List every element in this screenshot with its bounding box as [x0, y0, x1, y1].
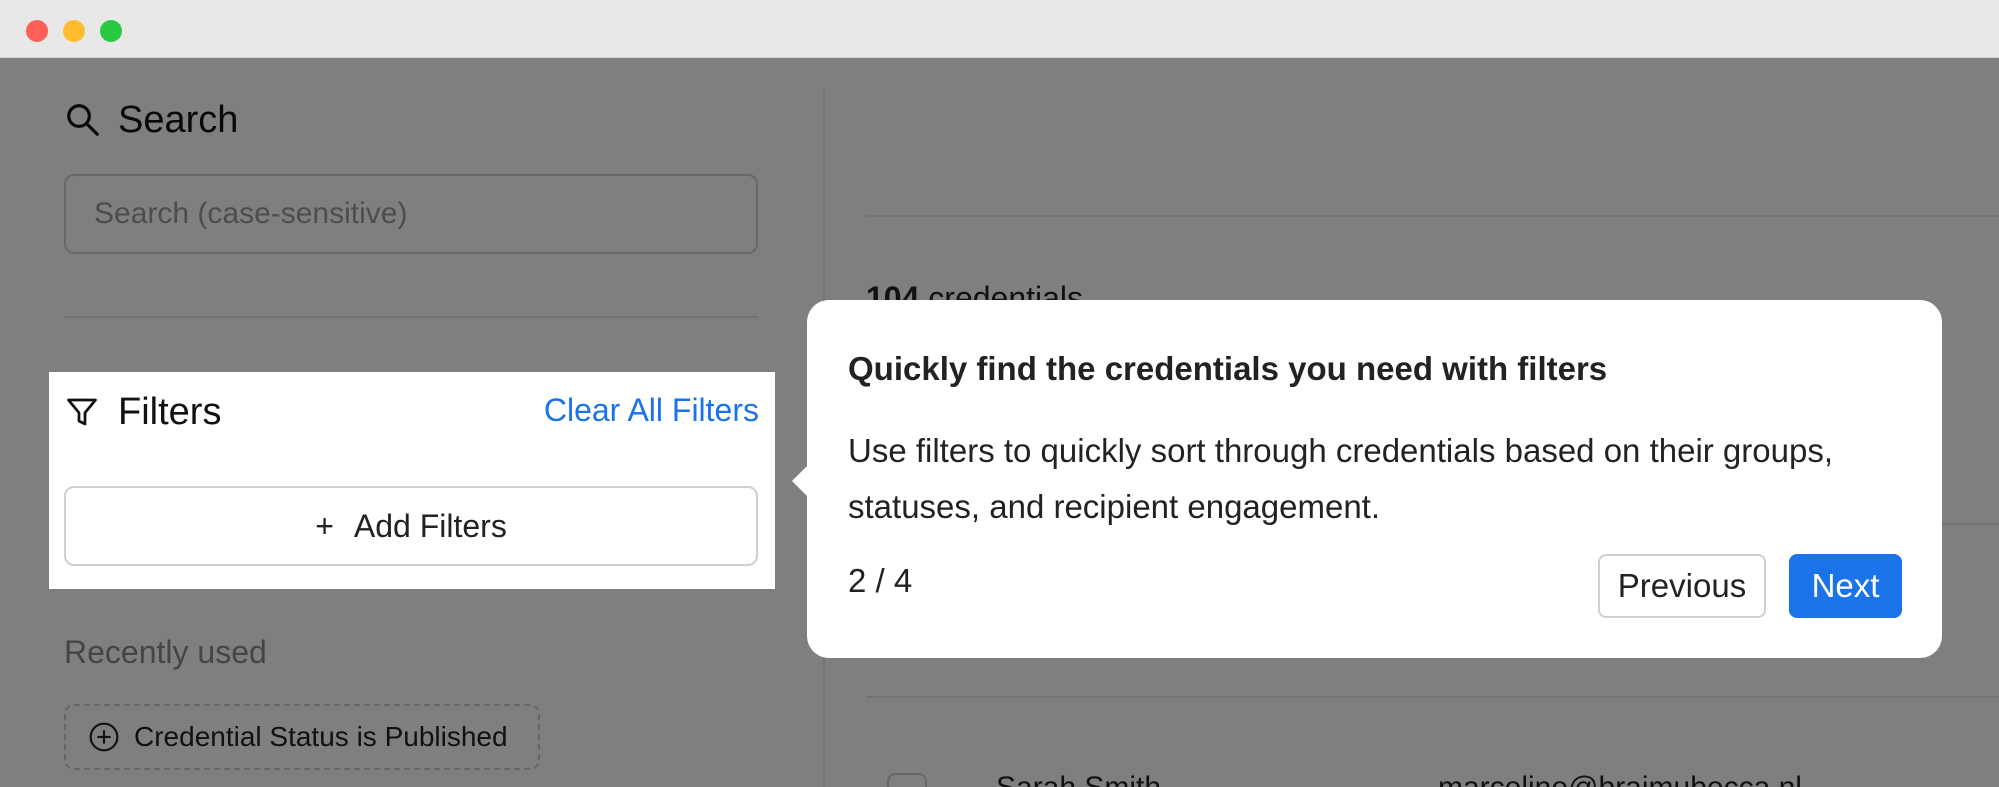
add-filters-label: Add Filters — [353, 507, 507, 544]
add-filters-button[interactable]: + Add Filters — [64, 486, 758, 566]
minimize-window-button[interactable] — [63, 20, 85, 42]
filters-header: Filters — [64, 390, 221, 434]
tooltip-body: Use filters to quickly sort through cred… — [848, 432, 1834, 525]
filter-icon — [67, 398, 97, 426]
tooltip-title: Quickly find the credentials you need wi… — [848, 350, 1608, 387]
zoom-window-button[interactable] — [100, 20, 122, 42]
filters-panel: Filters Clear All Filters + Add Filters — [49, 372, 775, 589]
window-titlebar — [0, 0, 1999, 58]
tooltip-arrow — [792, 466, 807, 496]
tour-tooltip: Quickly find the credentials you need wi… — [792, 300, 1942, 658]
next-button[interactable]: Next — [1789, 554, 1902, 618]
previous-button[interactable]: Previous — [1598, 554, 1766, 618]
tour-step-indicator: 2 / 4 — [848, 562, 913, 599]
close-window-button[interactable] — [26, 20, 48, 42]
clear-all-filters-link[interactable]: Clear All Filters — [544, 392, 759, 429]
plus-icon: + — [315, 507, 334, 544]
filters-title: Filters — [118, 390, 222, 433]
